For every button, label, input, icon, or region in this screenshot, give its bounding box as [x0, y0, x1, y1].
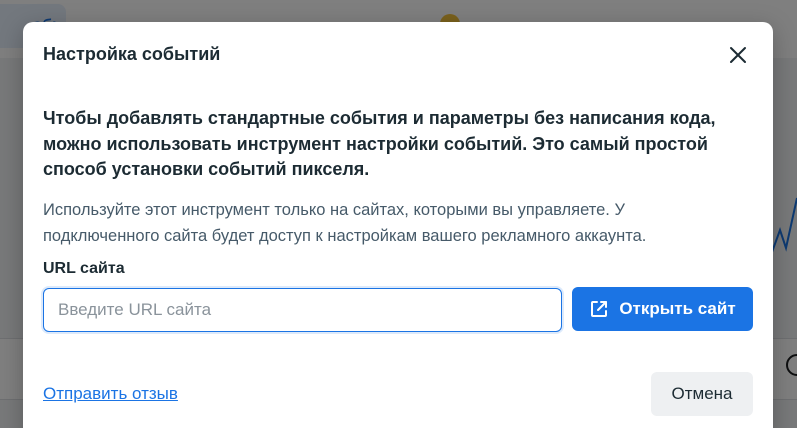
open-site-button[interactable]: Открыть сайт — [572, 287, 753, 331]
cancel-button[interactable]: Отмена — [651, 372, 753, 416]
send-feedback-link[interactable]: Отправить отзыв — [43, 384, 178, 404]
dialog-description: Используйте этот инструмент только на са… — [43, 201, 647, 245]
open-site-button-label: Открыть сайт — [619, 299, 736, 318]
url-input[interactable] — [43, 288, 562, 332]
dialog-lead-text: Чтобы добавлять стандартные события и па… — [43, 108, 716, 179]
external-link-icon — [591, 301, 608, 317]
event-setup-dialog: Настройка событий Чтобы добавлять станда… — [23, 22, 773, 428]
close-button[interactable] — [723, 40, 753, 70]
dialog-title: Настройка событий — [43, 44, 221, 64]
url-field-label: URL сайта — [43, 260, 125, 277]
close-icon — [730, 47, 746, 63]
